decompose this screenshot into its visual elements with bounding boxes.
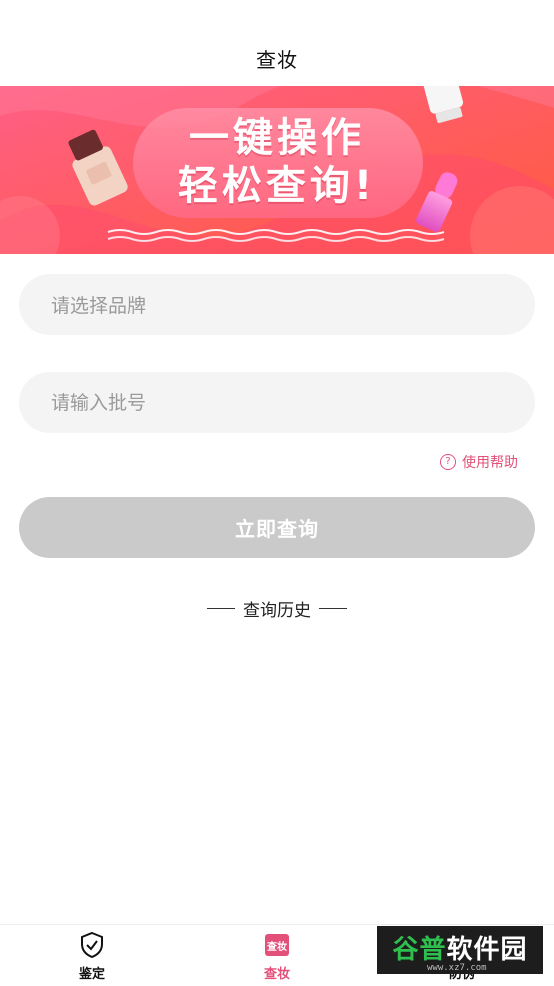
divider-line-right	[319, 607, 347, 610]
chazhuang-icon: 查妆	[263, 931, 291, 959]
shield-check-icon	[78, 931, 106, 959]
divider-line-left	[207, 607, 235, 610]
nav-label-jianding: 鉴定	[78, 967, 105, 982]
banner-headline: 一键操作 轻松查询!	[0, 114, 554, 210]
banner-line-2: 轻松查询!	[177, 163, 377, 209]
batch-number-input[interactable]	[51, 391, 535, 414]
nav-item-jianding[interactable]: 鉴定	[32, 925, 152, 986]
brand-select-placeholder: 请选择品牌	[51, 295, 147, 317]
query-history-header[interactable]: 查询历史	[0, 596, 554, 621]
watermark-url: www.xz7.com	[427, 963, 487, 973]
nav-item-chazhuang[interactable]: 查妆 查妆	[217, 925, 337, 986]
promo-banner[interactable]: 一键操作 轻松查询!	[0, 86, 554, 254]
query-button[interactable]: 立即查询	[19, 497, 535, 558]
nav-label-chazhuang: 查妆	[263, 967, 290, 982]
watermark-logo: 谷普 软件园 www.xz7.com	[377, 926, 543, 974]
help-link[interactable]: ? 使用帮助	[440, 452, 518, 472]
watermark-text-a: 谷普	[392, 934, 447, 965]
question-circle-icon: ?	[440, 454, 456, 470]
watermark-text-b: 软件园	[446, 934, 528, 965]
page-title: 查妆	[256, 48, 298, 72]
query-history-label: 查询历史	[243, 601, 311, 621]
banner-line-1: 一键操作	[189, 115, 365, 161]
top-bar: 查妆	[0, 0, 554, 86]
batch-number-field[interactable]	[19, 372, 535, 433]
brand-select[interactable]: 请选择品牌	[19, 274, 535, 335]
app-screen: 查妆 一键操作 轻松查询! 请选择品牌 请输入批号 ? 使用帮助 立即查询 查询…	[0, 0, 554, 986]
help-label: 使用帮助	[462, 455, 518, 471]
